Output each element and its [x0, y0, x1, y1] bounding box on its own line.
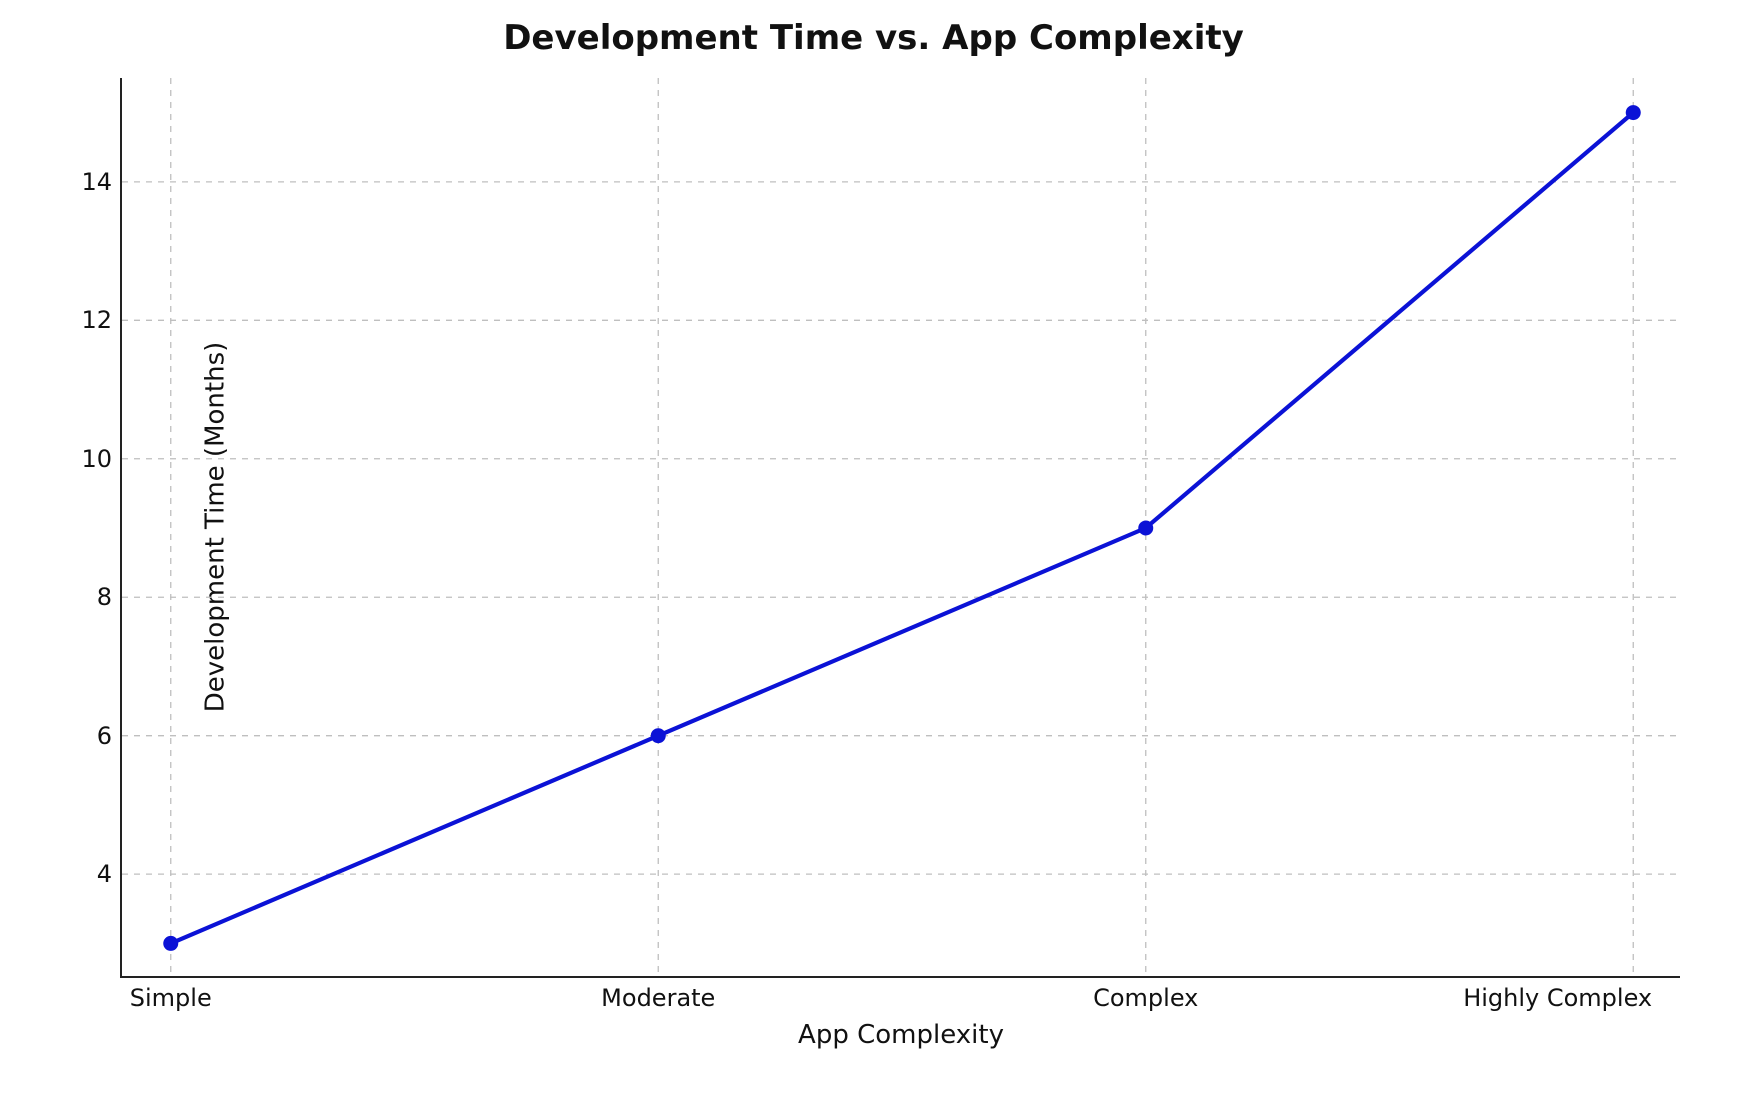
- y-tick-label: 8: [97, 583, 122, 611]
- chart-svg: [122, 78, 1682, 978]
- x-tick-label: Simple: [130, 976, 212, 1012]
- data-point: [1626, 105, 1641, 120]
- y-tick-label: 12: [81, 306, 122, 334]
- x-axis-label: App Complexity: [122, 1020, 1680, 1050]
- y-tick-label: 10: [81, 445, 122, 473]
- data-line: [171, 113, 1634, 944]
- y-tick-label: 4: [97, 860, 122, 888]
- plot-area: Development Time (Months) App Complexity…: [120, 78, 1680, 978]
- data-point: [1138, 521, 1153, 536]
- grid: [122, 78, 1682, 978]
- data-point: [163, 936, 178, 951]
- data-points-group: [163, 105, 1641, 951]
- chart-title: Development Time vs. App Complexity: [0, 18, 1747, 58]
- x-tick-label: Complex: [1093, 976, 1198, 1012]
- data-point: [651, 728, 666, 743]
- chart-container: Development Time vs. App Complexity Deve…: [0, 0, 1747, 1097]
- y-tick-label: 14: [81, 168, 122, 196]
- y-tick-label: 6: [97, 722, 122, 750]
- x-tick-label: Moderate: [601, 976, 715, 1012]
- x-tick-label: Highly Complex: [1463, 976, 1652, 1012]
